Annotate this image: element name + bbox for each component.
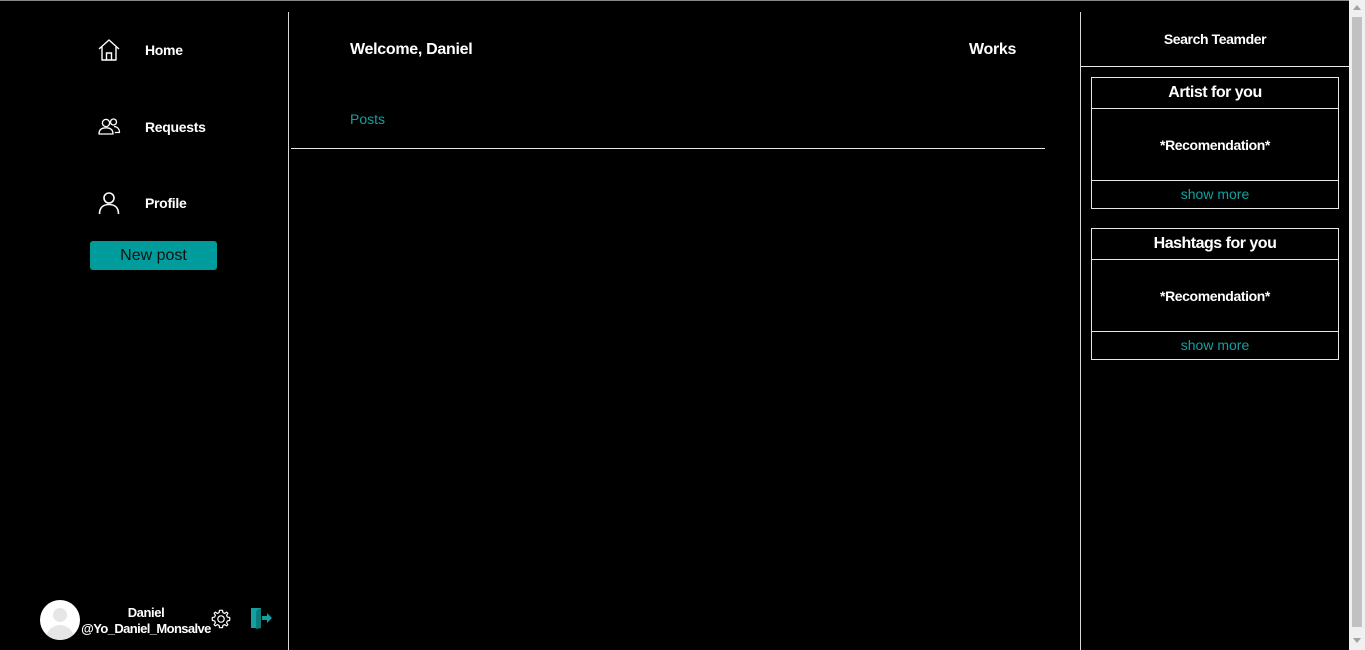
nav-requests-label: Requests — [145, 119, 206, 135]
tab-posts[interactable]: Posts — [350, 111, 385, 127]
hashtag-recommendations: Hashtags for you *Recomendation* show mo… — [1091, 228, 1339, 360]
hashtag-show-more[interactable]: show more — [1092, 332, 1338, 359]
nav-home[interactable]: Home — [96, 35, 183, 65]
hashtag-box-body: *Recomendation* — [1092, 260, 1338, 332]
app-viewport: Home Requests Profile New post Daniel @Y… — [0, 0, 1349, 650]
scroll-thumb[interactable] — [1352, 17, 1362, 627]
user-name: Daniel — [127, 605, 165, 620]
vertical-scrollbar[interactable] — [1349, 0, 1365, 650]
avatar — [40, 600, 80, 640]
hashtag-box-title: Hashtags for you — [1092, 229, 1338, 260]
user-icon — [98, 192, 120, 215]
left-divider — [288, 12, 289, 650]
artist-box-title: Artist for you — [1092, 78, 1338, 109]
artist-recommendations: Artist for you *Recomendation* show more — [1091, 77, 1339, 209]
right-divider — [1080, 12, 1081, 650]
artist-box-body: *Recomendation* — [1092, 109, 1338, 181]
artist-show-more[interactable]: show more — [1092, 181, 1338, 208]
nav-requests[interactable]: Requests — [96, 112, 206, 142]
gear-icon[interactable] — [210, 608, 232, 630]
nav-home-label: Home — [145, 42, 183, 58]
user-handle: @Yo_Daniel_Monsalve — [81, 621, 211, 636]
page: Home Requests Profile New post Daniel @Y… — [0, 0, 1365, 650]
welcome-heading: Welcome, Daniel — [350, 41, 473, 58]
search-divider — [1081, 66, 1349, 67]
logout-icon[interactable] — [249, 607, 273, 629]
home-icon — [98, 39, 120, 61]
scroll-down-icon[interactable] — [1353, 638, 1361, 643]
nav-profile[interactable]: Profile — [96, 188, 187, 218]
main-divider — [291, 148, 1045, 149]
users-icon — [98, 118, 121, 135]
search-teamder[interactable]: Search Teamder — [1081, 31, 1349, 47]
new-post-button[interactable]: New post — [90, 241, 217, 270]
scroll-up-icon[interactable] — [1353, 5, 1361, 10]
works-link[interactable]: Works — [969, 41, 1016, 59]
nav-profile-label: Profile — [145, 195, 187, 211]
